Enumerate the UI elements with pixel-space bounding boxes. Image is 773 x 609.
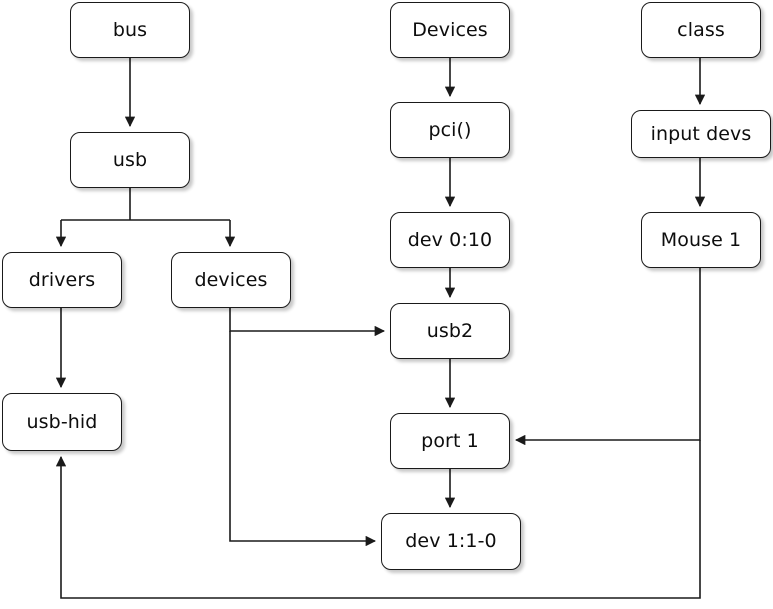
node-drivers[interactable]: drivers bbox=[2, 252, 122, 308]
node-devices-root-label: Devices bbox=[412, 18, 488, 41]
node-class-label: class bbox=[677, 18, 725, 41]
node-usb[interactable]: usb bbox=[70, 132, 190, 188]
node-pci[interactable]: pci() bbox=[390, 102, 510, 158]
node-dev-0-10-label: dev 0:10 bbox=[407, 228, 493, 251]
node-bus-label: bus bbox=[112, 18, 148, 41]
edge-devices-to-dev-1-1-0 bbox=[229, 331, 377, 547]
edge-mouse-1-to-port-1 bbox=[514, 268, 701, 446]
node-input-devs-label: input devs bbox=[650, 122, 752, 145]
node-drivers-label: drivers bbox=[28, 268, 96, 291]
node-dev-0-10[interactable]: dev 0:10 bbox=[390, 212, 510, 268]
node-mouse-1-label: Mouse 1 bbox=[660, 228, 742, 251]
node-devices[interactable]: devices bbox=[171, 252, 291, 308]
node-dev-1-1-0-label: dev 1:1-0 bbox=[405, 530, 497, 552]
node-bus[interactable]: bus bbox=[70, 2, 190, 58]
edge-devices-to-usb2 bbox=[229, 308, 386, 337]
node-pci-label: pci() bbox=[428, 118, 472, 141]
node-devices-label: devices bbox=[194, 268, 268, 291]
node-port-1[interactable]: port 1 bbox=[390, 413, 510, 469]
node-usb2[interactable]: usb2 bbox=[390, 303, 510, 359]
node-dev-1-1-0[interactable]: dev 1:1-0 bbox=[381, 513, 521, 570]
diagram-canvas: bus usb drivers devices usb-hid Devices … bbox=[0, 0, 773, 609]
node-port-1-label: port 1 bbox=[421, 429, 479, 452]
node-usb-label: usb bbox=[112, 148, 148, 171]
node-mouse-1[interactable]: Mouse 1 bbox=[641, 212, 761, 268]
node-devices-root[interactable]: Devices bbox=[390, 2, 510, 58]
node-usb2-label: usb2 bbox=[426, 319, 474, 342]
node-usb-hid[interactable]: usb-hid bbox=[2, 393, 122, 451]
node-usb-hid-label: usb-hid bbox=[26, 410, 98, 433]
node-class[interactable]: class bbox=[641, 2, 761, 58]
node-input-devs[interactable]: input devs bbox=[631, 110, 771, 158]
